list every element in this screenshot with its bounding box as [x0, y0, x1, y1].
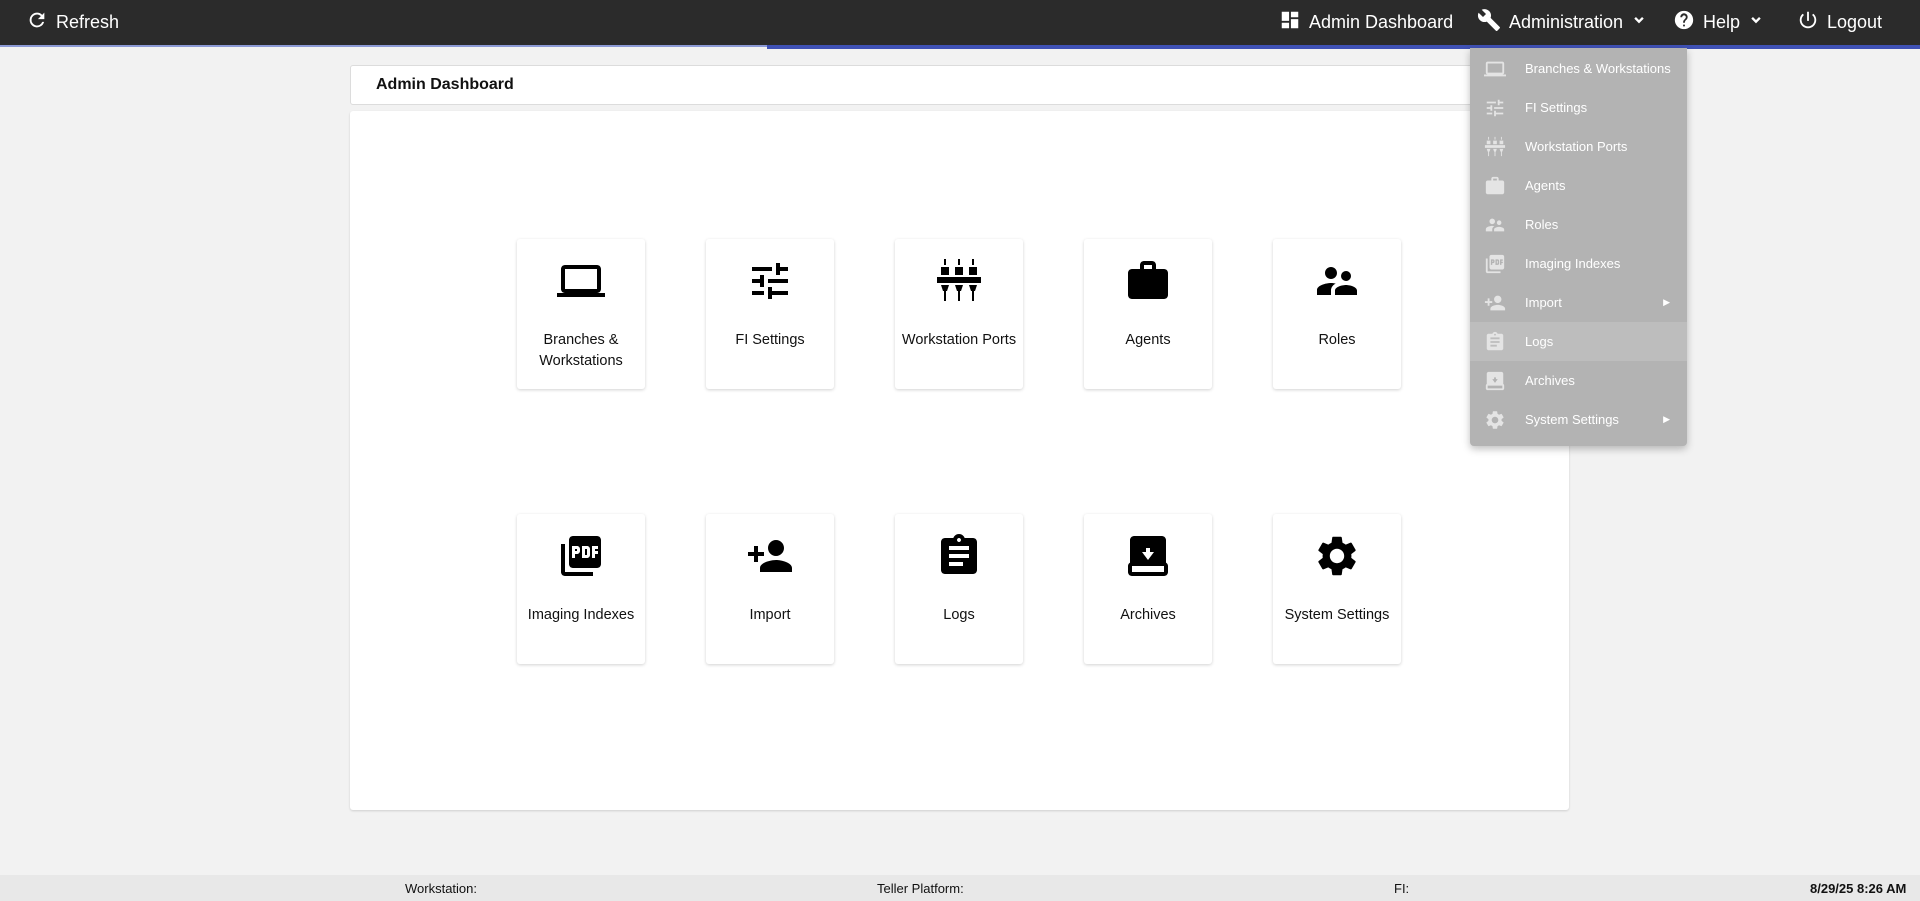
tile-label: Logs — [943, 607, 975, 623]
menu-item-label: Imaging Indexes — [1525, 256, 1621, 271]
logout-label: Logout — [1827, 12, 1883, 32]
administration-label: Administration — [1509, 12, 1624, 32]
administration-dropdown-menu: Branches & Workstations FI Settings Work… — [1470, 48, 1687, 446]
clipboard-icon — [895, 532, 1023, 580]
tile-label: Workstation Ports — [901, 332, 1017, 348]
tile-fi-settings[interactable]: FI Settings — [706, 239, 834, 389]
help-menu-button[interactable]: Help — [1673, 0, 1764, 45]
menu-item-system-settings[interactable]: System Settings ▶ — [1470, 400, 1687, 439]
chevron-down-icon — [1748, 12, 1764, 33]
tile-imaging-indexes[interactable]: Imaging Indexes — [517, 514, 645, 664]
loading-progress-bar — [767, 45, 1920, 49]
briefcase-icon — [1084, 257, 1212, 305]
ports-icon — [1484, 136, 1506, 158]
menu-item-archives[interactable]: Archives — [1470, 361, 1687, 400]
menu-item-label: FI Settings — [1525, 100, 1588, 115]
people-icon — [1273, 257, 1401, 305]
admin-dashboard-nav-button[interactable]: Admin Dashboard — [1279, 0, 1453, 45]
power-icon — [1797, 9, 1819, 36]
tune-icon — [706, 257, 834, 305]
tile-branches-workstations[interactable]: Branches & Workstations — [517, 239, 645, 389]
menu-item-roles[interactable]: Roles — [1470, 205, 1687, 244]
page-title: Admin Dashboard — [350, 65, 1569, 105]
dashboard-content-card: Branches & Workstations FI Settings Work… — [350, 111, 1569, 810]
pdf-icon — [517, 532, 645, 580]
archive-icon — [1084, 532, 1212, 580]
tile-label: Agents — [1125, 332, 1171, 348]
menu-item-label: Branches & Workstations — [1525, 61, 1671, 76]
tile-label: Roles — [1318, 332, 1356, 348]
ports-icon — [895, 257, 1023, 305]
refresh-label: Refresh — [56, 12, 120, 32]
tile-label: Import — [749, 607, 791, 623]
logout-button[interactable]: Logout — [1797, 0, 1882, 45]
tile-archives[interactable]: Archives — [1084, 514, 1212, 664]
tile-system-settings[interactable]: System Settings — [1273, 514, 1401, 664]
chevron-down-icon — [1631, 12, 1647, 33]
footer-datetime: 8/29/25 8:26 AM — [1810, 881, 1907, 896]
topbar-divider — [0, 45, 767, 47]
menu-item-import[interactable]: Import ▶ — [1470, 283, 1687, 322]
submenu-arrow-icon: ▶ — [1663, 297, 1670, 307]
laptop-icon — [517, 257, 645, 305]
tile-agents[interactable]: Agents — [1084, 239, 1212, 389]
tile-roles[interactable]: Roles — [1273, 239, 1401, 389]
footer-fi: FI: — [1394, 881, 1410, 896]
tile-label: Archives — [1120, 607, 1176, 623]
archive-icon — [1484, 370, 1506, 392]
menu-item-branches-workstations[interactable]: Branches & Workstations — [1470, 49, 1687, 88]
add-person-icon — [1484, 292, 1506, 314]
laptop-icon — [1484, 58, 1506, 80]
clipboard-icon — [1484, 331, 1506, 353]
tile-import[interactable]: Import — [706, 514, 834, 664]
menu-item-logs[interactable]: Logs — [1470, 322, 1687, 361]
menu-item-fi-settings[interactable]: FI Settings — [1470, 88, 1687, 127]
menu-item-label: Workstation Ports — [1525, 139, 1628, 154]
menu-item-label: Archives — [1525, 373, 1575, 388]
submenu-arrow-icon: ▶ — [1663, 414, 1670, 424]
tile-workstation-ports[interactable]: Workstation Ports — [895, 239, 1023, 389]
status-footer: Workstation: Teller Platform: FI: 8/29/2… — [0, 875, 1920, 901]
menu-item-agents[interactable]: Agents — [1470, 166, 1687, 205]
page-title-text: Admin Dashboard — [376, 76, 514, 93]
menu-item-label: Import — [1525, 295, 1562, 310]
dashboard-icon — [1279, 9, 1301, 36]
pdf-icon — [1484, 253, 1506, 275]
menu-item-label: Agents — [1525, 178, 1566, 193]
help-label: Help — [1703, 12, 1741, 32]
menu-item-label: System Settings — [1525, 412, 1619, 427]
top-navigation-bar: Refresh Admin Dashboard Administration H… — [0, 0, 1920, 45]
briefcase-icon — [1484, 175, 1506, 197]
menu-item-label: Logs — [1525, 334, 1554, 349]
tile-label: FI Settings — [735, 332, 805, 348]
tile-label: Imaging Indexes — [527, 607, 635, 623]
menu-item-workstation-ports[interactable]: Workstation Ports — [1470, 127, 1687, 166]
menu-item-imaging-indexes[interactable]: Imaging Indexes — [1470, 244, 1687, 283]
administration-menu-button[interactable]: Administration — [1477, 0, 1647, 45]
tune-icon — [1484, 97, 1506, 119]
admin-dashboard-nav-label: Admin Dashboard — [1309, 12, 1454, 32]
refresh-icon — [26, 9, 48, 36]
footer-teller-platform: Teller Platform: — [877, 881, 964, 896]
gear-icon — [1484, 409, 1506, 431]
refresh-button[interactable]: Refresh — [26, 0, 119, 45]
tile-label: System Settings — [1284, 607, 1390, 623]
footer-workstation: Workstation: — [405, 881, 478, 896]
add-person-icon — [706, 532, 834, 580]
gear-icon — [1273, 532, 1401, 580]
menu-item-label: Roles — [1525, 217, 1559, 232]
tile-logs[interactable]: Logs — [895, 514, 1023, 664]
help-icon — [1673, 9, 1695, 36]
wrench-icon — [1477, 8, 1501, 37]
tile-label: Branches & Workstations — [539, 332, 623, 369]
people-icon — [1484, 214, 1506, 236]
